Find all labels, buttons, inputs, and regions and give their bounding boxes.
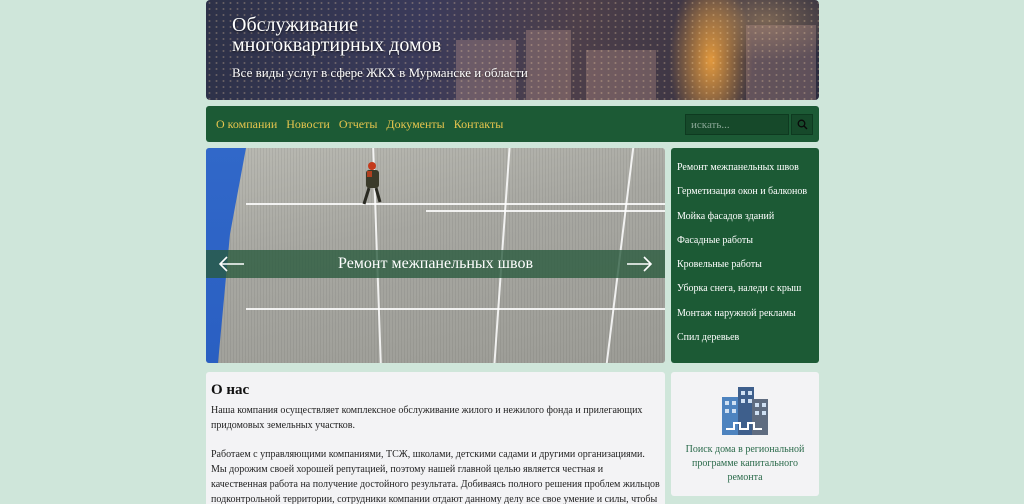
site-title: Обслуживание многоквартирных домов — [232, 14, 442, 56]
repair-program-widget: Поиск дома в региональной программе капи… — [671, 372, 819, 496]
nav-item-reports[interactable]: Отчеты — [339, 117, 378, 132]
service-facade-works[interactable]: Фасадные работы — [671, 235, 819, 259]
nav-item-company[interactable]: О компании — [216, 117, 277, 132]
search-icon — [797, 119, 807, 130]
arrow-right-icon[interactable] — [625, 255, 653, 273]
service-advertising[interactable]: Монтаж наружной рекламы — [671, 308, 819, 332]
nav-item-contacts[interactable]: Контакты — [454, 117, 504, 132]
nav-item-documents[interactable]: Документы — [386, 117, 444, 132]
header-banner: Обслуживание многоквартирных домов Все в… — [206, 0, 819, 100]
about-paragraph-1: Наша компания осуществляет комплексное о… — [211, 405, 643, 431]
buildings-icon[interactable] — [720, 385, 770, 435]
service-snow-removal[interactable]: Уборка снега, наледи с крыш — [671, 283, 819, 307]
site-subtitle: Все виды услуг в сфере ЖКХ в Мурманске и… — [232, 65, 528, 80]
slide-caption-bar: Ремонт межпанельных швов — [206, 250, 665, 278]
service-seams[interactable]: Ремонт межпанельных швов — [671, 162, 819, 186]
search-input[interactable] — [685, 114, 789, 135]
repair-program-link[interactable]: Поиск дома в региональной программе капи… — [679, 443, 811, 485]
service-tree-cutting[interactable]: Спил деревьев — [671, 332, 819, 356]
main-nav: О компании Новости Отчеты Документы Конт… — [206, 106, 819, 142]
service-facade-washing[interactable]: Мойка фасадов зданий — [671, 211, 819, 235]
search-button[interactable] — [791, 114, 813, 135]
about-section: О нас Наша компания осуществляет комплек… — [206, 372, 665, 504]
service-windows[interactable]: Герметизация окон и балконов — [671, 186, 819, 210]
worker-figure — [362, 162, 382, 205]
about-title: О нас — [211, 382, 250, 398]
about-paragraph-2: Работаем с управляющими компаниями, ТСЖ,… — [211, 449, 660, 504]
nav-item-news[interactable]: Новости — [286, 117, 330, 132]
services-menu: Ремонт межпанельных швов Герметизация ок… — [671, 148, 819, 363]
image-slider: Ремонт межпанельных швов — [206, 148, 665, 363]
slide-caption: Ремонт межпанельных швов — [338, 255, 533, 272]
service-roofing[interactable]: Кровельные работы — [671, 259, 819, 283]
